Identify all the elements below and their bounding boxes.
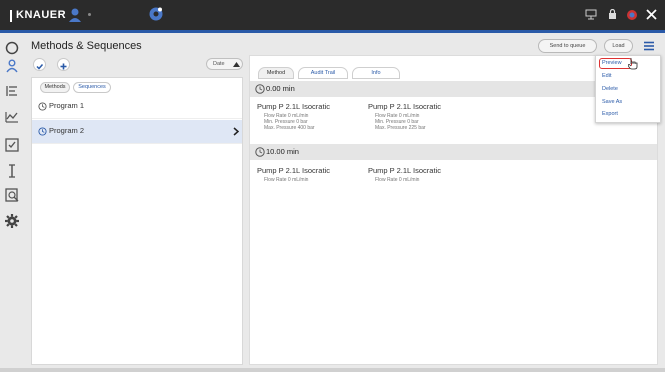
methods-list-panel: Date Methods Sequences Program 1 Program… bbox=[31, 55, 243, 365]
instrument-icon[interactable] bbox=[148, 6, 164, 22]
user-icon[interactable] bbox=[67, 7, 83, 23]
clock-icon bbox=[255, 84, 265, 94]
load-button[interactable]: Load bbox=[604, 39, 633, 53]
checkmark-icon bbox=[36, 64, 44, 70]
network-icon[interactable] bbox=[585, 9, 597, 20]
pump-param: Max. Pressure 400 bar bbox=[264, 125, 315, 131]
tab-methods[interactable]: Methods bbox=[40, 82, 70, 93]
menu-item-delete[interactable]: Delete bbox=[602, 86, 618, 92]
sort-by-date-button[interactable]: Date bbox=[206, 58, 243, 70]
tab-method[interactable]: Method bbox=[258, 67, 294, 79]
time-step-label: 0.00 min bbox=[266, 84, 295, 93]
sort-up-icon bbox=[233, 62, 240, 67]
chart-icon[interactable] bbox=[4, 109, 20, 125]
pump-title: Pump P 2.1L Isocratic bbox=[368, 102, 441, 111]
lock-icon[interactable] bbox=[608, 9, 617, 20]
program-row-2[interactable]: Program 2 bbox=[32, 120, 242, 144]
close-icon[interactable] bbox=[646, 9, 657, 20]
left-icon-strip bbox=[0, 33, 24, 372]
pump-title: Pump P 2.1L Isocratic bbox=[368, 166, 441, 175]
pump-param: Flow Rate 0 mL/min bbox=[375, 177, 420, 183]
checklist-icon[interactable] bbox=[4, 137, 20, 153]
connection-icon[interactable] bbox=[4, 40, 20, 56]
top-bar: KNAUER bbox=[0, 0, 665, 30]
brand-logo: KNAUER bbox=[16, 9, 67, 21]
tab-sequences[interactable]: Sequences bbox=[73, 82, 111, 93]
settings-icon[interactable] bbox=[4, 213, 20, 229]
program-row-1[interactable]: Program 1 bbox=[32, 95, 242, 119]
pump-param: Flow Rate 0 mL/min bbox=[264, 177, 309, 183]
add-button[interactable] bbox=[57, 58, 70, 71]
bottom-bar bbox=[0, 368, 665, 372]
select-button[interactable] bbox=[33, 58, 46, 71]
plus-icon bbox=[60, 63, 67, 70]
database-icon[interactable] bbox=[4, 187, 20, 203]
topbar-accent bbox=[0, 30, 665, 33]
program-label: Program 1 bbox=[49, 101, 85, 110]
send-to-queue-button[interactable]: Send to queue bbox=[538, 39, 597, 53]
program-list: Methods Sequences Program 1 Program 2 bbox=[31, 77, 243, 365]
program-label: Program 2 bbox=[49, 126, 85, 135]
pump-title: Pump P 2.1L Isocratic bbox=[257, 166, 330, 175]
menu-item-save-as[interactable]: Save As bbox=[602, 99, 622, 105]
pump-param: Max. Pressure 225 bar bbox=[375, 125, 426, 131]
logo-mark bbox=[10, 10, 14, 22]
text-cursor-icon[interactable] bbox=[4, 163, 20, 179]
hamburger-menu-icon[interactable] bbox=[643, 40, 655, 52]
program-icon bbox=[38, 127, 47, 136]
time-step-header: 10.00 min bbox=[250, 144, 657, 160]
menu-item-export[interactable]: Export bbox=[602, 111, 618, 117]
menu-item-preview[interactable]: Preview bbox=[602, 60, 622, 66]
program-icon bbox=[38, 102, 47, 111]
tab-audit-trail[interactable]: Audit Trail bbox=[298, 67, 348, 79]
hand-cursor-icon bbox=[628, 58, 638, 70]
pump-title: Pump P 2.1L Isocratic bbox=[257, 102, 330, 111]
status-icon[interactable] bbox=[626, 9, 638, 21]
users-icon[interactable] bbox=[4, 58, 20, 74]
chevron-right-icon bbox=[233, 127, 239, 136]
user-status-dot bbox=[88, 13, 91, 16]
time-step-label: 10.00 min bbox=[266, 147, 299, 156]
sort-label: Date bbox=[213, 61, 225, 67]
methods-icon[interactable] bbox=[4, 83, 20, 99]
menu-item-edit[interactable]: Edit bbox=[602, 73, 611, 79]
tab-info[interactable]: Info bbox=[352, 67, 400, 79]
clock-icon bbox=[255, 147, 265, 157]
page-title: Methods & Sequences bbox=[31, 40, 142, 52]
